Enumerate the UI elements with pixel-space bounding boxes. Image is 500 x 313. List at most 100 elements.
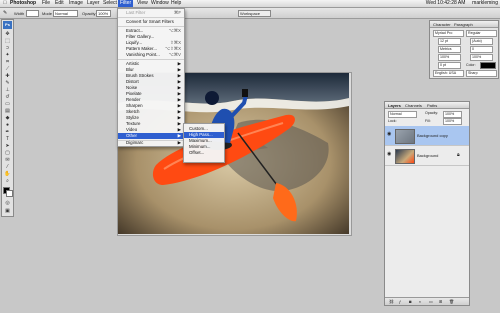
menu-layer[interactable]: Layer	[87, 0, 100, 7]
baseline-shift-field[interactable]: 0 pt	[438, 62, 461, 69]
text-color-swatch[interactable]	[480, 62, 496, 69]
kerning-field[interactable]: Metrics	[438, 46, 461, 53]
gradient-tool-icon[interactable]: ▤	[3, 108, 12, 114]
menu-item-vanishing-point[interactable]: Vanishing Point... ⌥⌘V	[118, 52, 184, 58]
vertical-scale-field[interactable]: 100%	[438, 54, 461, 61]
layer-mask-icon[interactable]: ◙	[409, 299, 411, 304]
link-layers-icon[interactable]: ⛓	[389, 299, 394, 304]
tab-channels[interactable]: Channels	[405, 103, 422, 108]
magic-wand-tool-icon[interactable]: ✦	[3, 52, 12, 58]
workspace-button[interactable]: Workspace	[238, 10, 271, 17]
menu-filter[interactable]: Filter	[118, 0, 134, 7]
opacity-label: Opacity:	[425, 111, 439, 115]
filter-menu: Last Filter ⌘F Convert for Smart Filters…	[117, 8, 185, 147]
stamp-tool-icon[interactable]: ⊥	[3, 87, 12, 93]
type-tool-icon[interactable]: T	[3, 136, 12, 142]
slice-tool-icon[interactable]: ⟋	[3, 66, 12, 72]
submenu-item-offset[interactable]: Offset...	[184, 150, 224, 156]
lasso-tool-icon[interactable]: ↄ	[3, 45, 12, 51]
width-label: Width	[14, 11, 25, 16]
lock-label: Lock:	[388, 119, 397, 123]
new-layer-icon[interactable]: ⊞	[439, 299, 442, 304]
leading-field[interactable]: (Auto)	[470, 38, 493, 45]
mode-select[interactable]: Normal	[53, 10, 78, 17]
mode-label: Mode	[42, 11, 53, 16]
anti-alias-select[interactable]: Sharp	[466, 70, 497, 77]
apple-menu-icon[interactable]: 	[3, 0, 7, 7]
layers-panel-header: Layers Channels Paths	[385, 102, 469, 109]
brush-tool-icon[interactable]: ✎	[3, 10, 7, 16]
layer-fill-field[interactable]: 100%	[443, 118, 462, 125]
menu-item-digimarc[interactable]: Digimarc ▶	[118, 140, 184, 146]
trash-icon[interactable]: 🗑︎	[449, 299, 454, 304]
menu-app[interactable]: Photoshop	[10, 0, 36, 7]
menu-file[interactable]: File	[42, 0, 50, 7]
healing-tool-icon[interactable]: ✚	[3, 73, 12, 79]
menu-item-label: Offset...	[189, 150, 205, 155]
dodge-tool-icon[interactable]: ●	[3, 122, 12, 128]
tab-paths[interactable]: Paths	[427, 103, 437, 108]
hand-tool-icon[interactable]: ✋	[3, 171, 12, 177]
clock[interactable]: Wed 10:42:28 AM	[426, 0, 466, 6]
font-family-select[interactable]: Myriad Pro	[433, 30, 464, 37]
new-group-icon[interactable]: ▭	[429, 299, 433, 304]
path-select-tool-icon[interactable]: ➤	[3, 143, 12, 149]
history-brush-tool-icon[interactable]: ↺	[3, 94, 12, 100]
tab-character[interactable]: Character	[433, 22, 451, 27]
menu-bar:  Photoshop File Edit Image Layer Select…	[0, 0, 500, 8]
pen-tool-icon[interactable]: ✒	[3, 129, 12, 135]
opacity-field[interactable]: 100%	[96, 10, 111, 17]
layers-panel-footer: ⛓ ƒ ◙ ◐ ▭ ⊞ 🗑︎	[385, 297, 469, 305]
toolbox: Ps ✥ ⬚ ↄ ✦ ⌗ ⟋ ✚ ✎ ⊥ ↺ ▭ ▤ ◆ ● ✒ T ➤ ▢ ✉…	[1, 19, 14, 217]
notes-tool-icon[interactable]: ✉	[3, 157, 12, 163]
menu-help[interactable]: Help	[171, 0, 181, 7]
fill-label: Fill:	[425, 119, 431, 123]
quick-mask-icon[interactable]: ◎	[3, 200, 12, 206]
zoom-tool-icon[interactable]: ⌕	[3, 178, 12, 184]
eyedropper-tool-icon[interactable]: ⁄	[3, 164, 12, 170]
brush-tool-icon[interactable]: ✎	[3, 80, 12, 86]
menu-item-convert-smart-filters[interactable]: Convert for Smart Filters	[118, 19, 184, 25]
tab-paragraph[interactable]: Paragraph	[454, 22, 473, 27]
layer-opacity-field[interactable]: 100%	[443, 111, 462, 118]
menu-item-label: Other	[126, 133, 137, 138]
ps-logo: Ps	[3, 21, 12, 29]
background-color-swatch[interactable]	[6, 190, 13, 197]
crop-tool-icon[interactable]: ⌗	[3, 59, 12, 65]
blur-tool-icon[interactable]: ◆	[3, 115, 12, 121]
blend-mode-select[interactable]: Normal	[388, 111, 417, 118]
layer-style-icon[interactable]: ƒ	[399, 299, 401, 304]
eye-icon[interactable]: ◉	[387, 132, 392, 137]
adjustment-layer-icon[interactable]: ◐	[419, 299, 421, 304]
horizontal-scale-field[interactable]: 100%	[470, 54, 493, 61]
menu-item-last-filter[interactable]: Last Filter ⌘F	[118, 10, 184, 16]
font-style-select[interactable]: Regular	[466, 30, 497, 37]
menu-edit[interactable]: Edit	[55, 0, 64, 7]
language-select[interactable]: English: USA	[433, 70, 464, 77]
options-bar: ✎ Width Mode Normal Opacity 100% Workspa…	[0, 8, 500, 19]
font-size-field[interactable]: 12 pt	[438, 38, 461, 45]
tab-layers[interactable]: Layers	[388, 103, 401, 108]
menu-separator	[118, 59, 184, 60]
menu-image[interactable]: Image	[69, 0, 83, 7]
menu-item-other[interactable]: Other ▶	[118, 133, 184, 139]
screen-mode-icon[interactable]: ▣	[3, 208, 12, 214]
menu-view[interactable]: View	[137, 0, 148, 7]
menu-item-shortcut: ⌥⌘V	[168, 52, 181, 57]
opacity-label: Opacity	[82, 11, 96, 16]
submenu-arrow-icon: ▶	[177, 140, 181, 145]
menu-select[interactable]: Select	[103, 0, 117, 7]
user-name[interactable]: markleming	[472, 0, 498, 6]
move-tool-icon[interactable]: ✥	[3, 31, 12, 37]
tracking-field[interactable]: 0	[470, 46, 493, 53]
shape-tool-icon[interactable]: ▢	[3, 150, 12, 156]
lock-icon: 🔒︎	[457, 152, 460, 158]
menu-window[interactable]: Window	[151, 0, 169, 7]
marquee-tool-icon[interactable]: ⬚	[3, 38, 12, 44]
eraser-tool-icon[interactable]: ▭	[3, 101, 12, 107]
character-panel: Character Paragraph Myriad Pro Regular 1…	[429, 20, 499, 79]
width-field[interactable]	[26, 10, 39, 17]
layer-row-background-copy[interactable]: ◉ Background copy	[385, 126, 469, 146]
layer-row-background[interactable]: ◉ Background 🔒︎	[385, 146, 469, 166]
eye-icon[interactable]: ◉	[387, 152, 392, 157]
